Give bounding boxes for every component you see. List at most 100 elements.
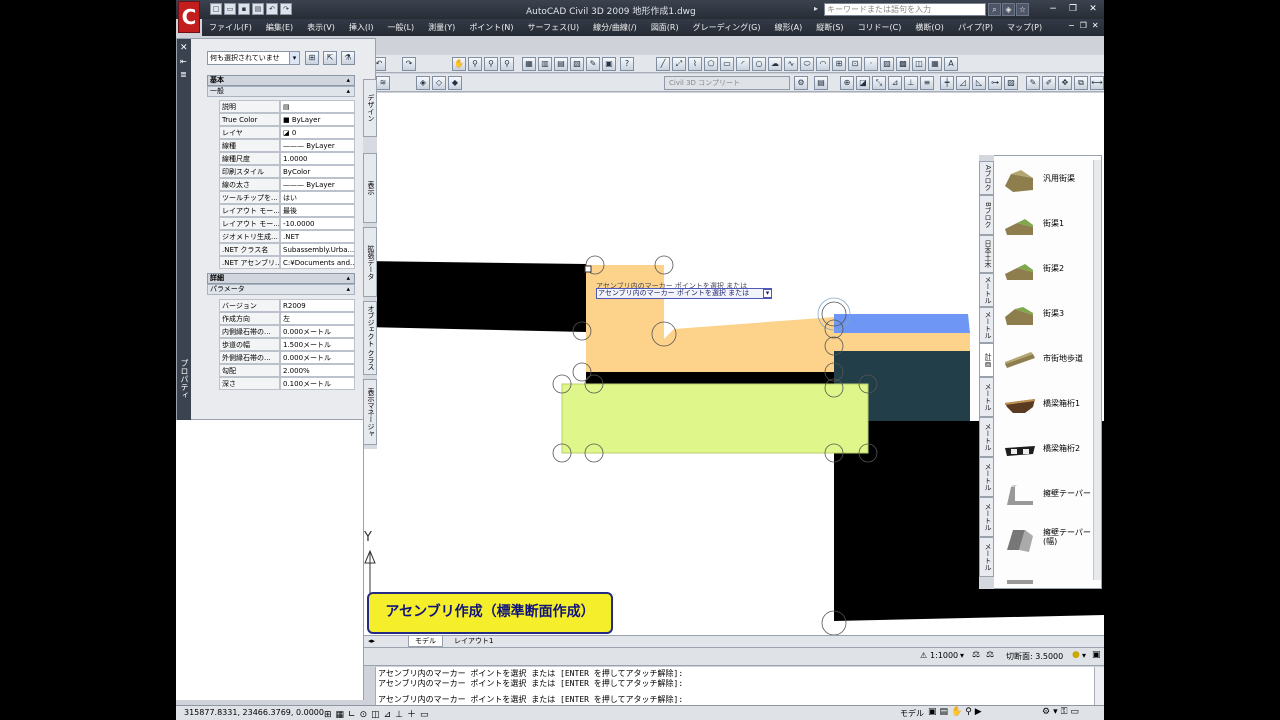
command-window[interactable]: アセンブリ内のマーカー ポイントを選択 または [ENTER を押してアタッチ解…: [364, 667, 1104, 705]
arc-icon[interactable]: ◜: [736, 57, 750, 71]
tool-tab[interactable]: メートル: [979, 537, 994, 577]
annotation-scale[interactable]: 1:1000: [930, 651, 958, 660]
chevron-down-icon[interactable]: ▾: [960, 651, 964, 660]
tool-item[interactable]: 擁壁テーパー(幅): [1003, 522, 1099, 562]
mass-haul-icon[interactable]: ◺: [972, 76, 986, 90]
region-icon[interactable]: ◫: [912, 57, 926, 71]
menu-survey[interactable]: 測量(Y): [421, 22, 462, 33]
redo-icon[interactable]: ↷: [280, 3, 292, 15]
tool-tab-active[interactable]: 計画: [979, 343, 994, 377]
drafting-toggles[interactable]: ⊞▦∟⊙◫⊿⊥＋▭: [324, 707, 433, 720]
menu-grading[interactable]: グレーディング(G): [686, 22, 768, 33]
prop-row[interactable]: 線の太さ ——— ByLayer: [219, 178, 355, 191]
prop-row[interactable]: .NET クラス名 Subassembly.Urba...: [219, 243, 355, 256]
tool-palettes-icon[interactable]: ▤: [554, 57, 568, 71]
quick-select-icon[interactable]: ⚗: [341, 51, 355, 65]
menu-edit[interactable]: 編集(E): [259, 22, 300, 33]
tool-tab[interactable]: メートル: [979, 307, 994, 343]
tool-tab[interactable]: メートル: [979, 417, 994, 457]
zoom-previous-icon[interactable]: ⚲: [500, 57, 514, 71]
sheet-set-icon[interactable]: ▧: [570, 57, 584, 71]
layer-icon[interactable]: ≋: [376, 76, 390, 90]
calculator-icon[interactable]: ▣: [602, 57, 616, 71]
palette-menu-icon[interactable]: ≣: [180, 70, 187, 79]
tool-tab[interactable]: メートル: [979, 457, 994, 497]
tool-palette-scrollbar[interactable]: [1093, 160, 1101, 580]
layer-match-icon[interactable]: ◆: [448, 76, 462, 90]
insert-block-icon[interactable]: ⊞: [832, 57, 846, 71]
tab-model[interactable]: モデル: [408, 636, 443, 647]
gradient-icon[interactable]: ▩: [896, 57, 910, 71]
parcel-icon[interactable]: ▨: [1004, 76, 1018, 90]
tool-item[interactable]: 街渠2: [1003, 252, 1099, 292]
tool-item[interactable]: 市街地歩道: [1003, 342, 1099, 382]
edit-icon[interactable]: ✎: [1026, 76, 1040, 90]
autohide-icon[interactable]: ⇤: [180, 57, 187, 66]
menu-view[interactable]: 表示(V): [300, 22, 342, 33]
properties-icon[interactable]: ▦: [522, 57, 536, 71]
tool-item[interactable]: 橋梁箱桁1: [1003, 387, 1099, 427]
pipe-network-icon[interactable]: ⊶: [988, 76, 1002, 90]
zoom-realtime-icon[interactable]: ⚲: [468, 57, 482, 71]
tab-object-class[interactable]: オブジェクト クラス: [363, 301, 377, 375]
redo-icon[interactable]: ↷: [402, 57, 416, 71]
workspace-icons[interactable]: ⚙▾⚿▭: [1042, 707, 1082, 717]
tool-tab[interactable]: Aブロク: [979, 161, 994, 195]
prop-row[interactable]: レイアウト モー... 最後: [219, 204, 355, 217]
tool-tab[interactable]: メートル: [979, 497, 994, 537]
command-scrollbar[interactable]: [1094, 667, 1104, 705]
tab-layout1[interactable]: レイアウト1: [448, 636, 499, 646]
hatch-icon[interactable]: ▨: [880, 57, 894, 71]
chevron-down-icon[interactable]: ▾: [289, 51, 300, 65]
model-space-button[interactable]: モデル: [900, 708, 924, 719]
param-row[interactable]: 作成方向左: [219, 312, 355, 325]
collapse-icon[interactable]: ▴: [346, 76, 350, 85]
collapse-icon[interactable]: ▴: [346, 285, 350, 294]
param-row[interactable]: 深さ 0.100メートル: [219, 377, 355, 390]
tab-design[interactable]: デザイン: [363, 79, 377, 137]
revcloud-icon[interactable]: ☁: [768, 57, 782, 71]
menu-alignments[interactable]: 線形(A): [768, 22, 810, 33]
command-window-handle[interactable]: [364, 667, 376, 705]
tab-extended-data[interactable]: 拡張データ: [363, 227, 377, 297]
layer-prev-icon[interactable]: ◇: [432, 76, 446, 90]
table-icon[interactable]: ▦: [928, 57, 942, 71]
move-icon[interactable]: ✥: [1058, 76, 1072, 90]
prop-row[interactable]: ジオメトリ生成... .NET: [219, 230, 355, 243]
open-icon[interactable]: ▭: [224, 3, 236, 15]
tool-tab[interactable]: 日本土木: [979, 235, 994, 273]
tool-item[interactable]: 街渠3: [1003, 297, 1099, 337]
param-row[interactable]: 外側縁石帯の... 0.000メートル: [219, 351, 355, 364]
coordinates-readout[interactable]: 315877.8331, 23466.3769, 0.0000: [184, 708, 324, 717]
print-icon[interactable]: ▤: [252, 3, 264, 15]
menu-sections[interactable]: 横断(O): [908, 22, 951, 33]
menu-general[interactable]: 一般(L): [380, 22, 421, 33]
mtext-icon[interactable]: A: [944, 57, 958, 71]
help-icon[interactable]: ?: [620, 57, 634, 71]
pan-icon[interactable]: ✋: [452, 57, 466, 71]
menu-file[interactable]: ファイル(F): [202, 22, 259, 33]
menu-map[interactable]: マップ(P): [1000, 22, 1049, 33]
command-prompt-line[interactable]: アセンブリ内のマーカー ポイントを選択 または [ENTER を押してアタッチ解…: [378, 694, 683, 705]
construction-line-icon[interactable]: ⤢: [672, 57, 686, 71]
corridor-icon[interactable]: ≡: [920, 76, 934, 90]
section-detail[interactable]: 詳細 ▴: [207, 273, 355, 284]
point-icon[interactable]: ·: [864, 57, 878, 71]
tool-item[interactable]: 擁壁テーパー: [1003, 477, 1099, 517]
design-center-icon[interactable]: ▥: [538, 57, 552, 71]
menu-profiles[interactable]: 縦断(S): [809, 22, 850, 33]
rectangle-icon[interactable]: ▭: [720, 57, 734, 71]
layer-state-icon[interactable]: ◈: [416, 76, 430, 90]
selection-select[interactable]: 何も選択されていませ: [207, 51, 297, 65]
favorites-icon[interactable]: ☆: [1016, 3, 1029, 16]
tool-tab[interactable]: メートル: [979, 377, 994, 417]
tool-item-partial[interactable]: [1003, 570, 1099, 586]
ellipse-icon[interactable]: ⬭: [800, 57, 814, 71]
polygon-icon[interactable]: ⬠: [704, 57, 718, 71]
alignment-icon[interactable]: ⤡: [872, 76, 886, 90]
markup-icon[interactable]: ✎: [586, 57, 600, 71]
section-view-icon[interactable]: ◿: [956, 76, 970, 90]
tool-item[interactable]: 街渠1: [1003, 207, 1099, 247]
param-row[interactable]: 歩道の幅 1.500メートル: [219, 338, 355, 351]
annotate-icon[interactable]: ✐: [1042, 76, 1056, 90]
